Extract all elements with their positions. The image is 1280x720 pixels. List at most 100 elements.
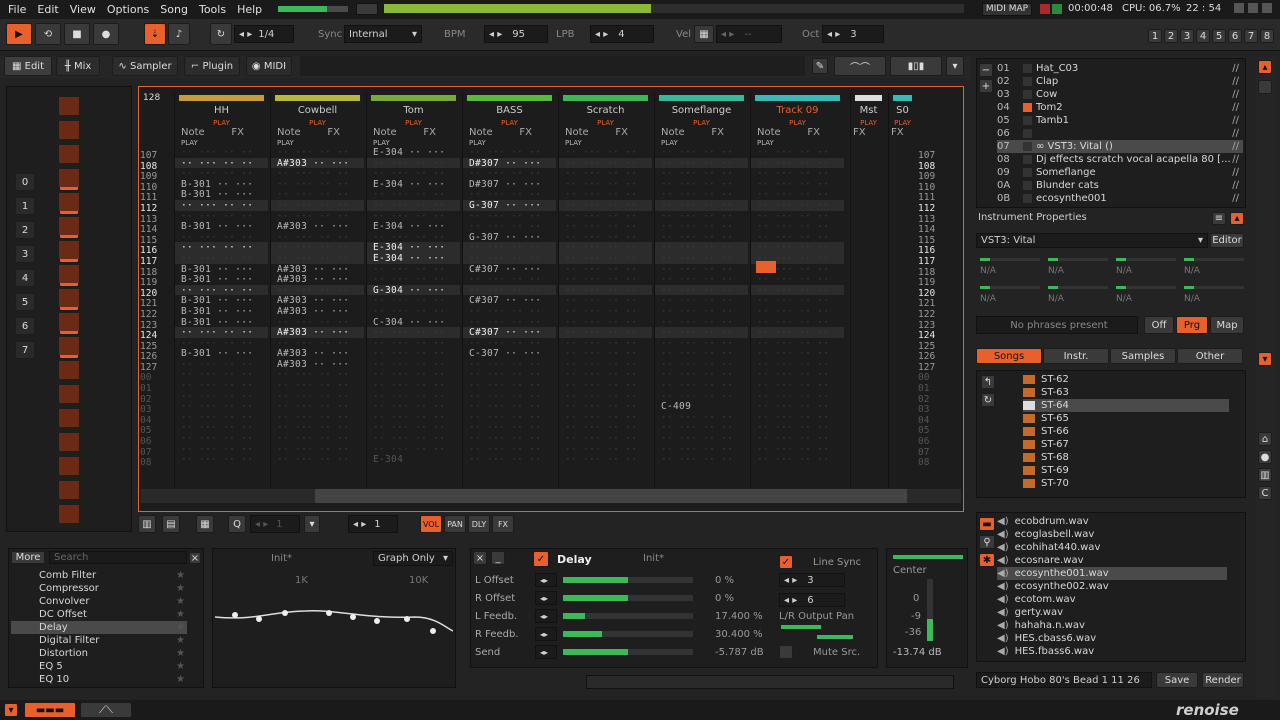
folder-item[interactable]: ST-62 [1023, 373, 1229, 386]
note-cell[interactable]: E-304 ·· ··· [373, 221, 445, 232]
pattern-row[interactable]: ·· ··· ·· ·· [367, 327, 460, 338]
sequence-block[interactable] [59, 385, 79, 403]
pattern-row[interactable]: A#303 ·· ··· [271, 359, 364, 370]
pattern-row[interactable]: ·· ··· ·· ·· [655, 284, 748, 296]
macro-slider[interactable] [1184, 258, 1244, 261]
folder-item[interactable]: ST-64 [1023, 399, 1229, 412]
pattern-row[interactable]: ·· ··· ·· ·· [271, 179, 364, 190]
macro-slider[interactable] [1184, 286, 1244, 289]
pattern-row[interactable]: ·· ··· ·· ·· [751, 274, 844, 285]
loop-icon[interactable]: ⟲ [35, 23, 61, 45]
pattern-row[interactable]: ·· ··· ·· ·· [463, 422, 556, 433]
pattern-row[interactable]: ·· ··· ·· ·· [655, 264, 748, 275]
pattern-row[interactable]: ·· ··· ·· ·· [175, 359, 268, 370]
menu-tools[interactable]: Tools [191, 3, 226, 16]
pattern-row[interactable]: ·· ··· ·· ·· [463, 221, 556, 232]
pattern-row[interactable]: ·· ··· ·· ·· [175, 157, 268, 169]
sequence-number[interactable]: 2 [15, 221, 35, 239]
pattern-row[interactable]: ·· ··· ·· ·· [271, 338, 364, 349]
pattern-row[interactable]: ·· ··· ·· ·· [559, 179, 652, 190]
sequence-block[interactable] [59, 121, 79, 139]
track-column[interactable]: Track 09 PLAY Note FX PLAY ·· ··· ·· ·· ·· ···… [750, 93, 844, 488]
pattern-row[interactable]: C-304 ·· ··· [367, 317, 460, 328]
note-cell[interactable]: A#303 ·· ··· [277, 158, 349, 169]
pattern-row[interactable]: ·· ··· ·· ·· [559, 295, 652, 306]
tab-edit[interactable]: ▦ Edit [4, 56, 52, 76]
pattern-row[interactable]: ·· ··· ·· ·· [271, 189, 364, 200]
edit-step-field[interactable]: ◂ ▸ 1 [348, 515, 398, 533]
pattern-row[interactable]: ·· ··· ·· ·· [751, 369, 844, 380]
sequence-block[interactable] [59, 361, 79, 379]
pattern-row[interactable]: ·· ··· ·· ·· [463, 284, 556, 296]
pattern-row[interactable]: ·· ··· ·· ·· [175, 422, 268, 433]
pattern-position[interactable]: ◂ ▸ 1/4 [234, 25, 294, 43]
pattern-row[interactable]: ·· ··· ·· ·· [463, 359, 556, 370]
note-cell[interactable]: A#303 ·· ··· [277, 359, 349, 370]
pattern-row[interactable]: A#303 ·· ··· [271, 348, 364, 359]
note-cell[interactable]: ·· ··· ·· ·· [181, 242, 253, 253]
note-cell[interactable]: A#303 ·· ··· [277, 274, 349, 285]
pattern-row[interactable]: ·· ··· ·· ·· [559, 317, 652, 328]
vol-column-toggle[interactable]: VOL [420, 515, 442, 533]
pattern-row[interactable]: ·· ··· ·· ·· [463, 444, 556, 455]
sequence-block[interactable] [59, 265, 79, 283]
pattern-row[interactable]: ·· ··· ·· ·· [367, 422, 460, 433]
pattern-row[interactable]: B-301 ·· ··· [175, 189, 268, 200]
menu-view[interactable]: View [62, 3, 96, 16]
stop-icon[interactable]: ■ [64, 23, 90, 45]
param-stepper[interactable]: ◂▸ [535, 627, 557, 641]
oct-field[interactable]: ◂ ▸ 3 [822, 25, 884, 43]
pattern-row[interactable]: ·· ··· ·· ·· [751, 221, 844, 232]
pattern-row[interactable]: ·· ··· ·· ·· [175, 444, 268, 455]
sequence-block[interactable] [59, 193, 79, 211]
sequence-number[interactable]: 7 [15, 341, 35, 359]
tab-mix[interactable]: ╫ Mix [56, 56, 100, 76]
pattern-row[interactable]: ·· ··· ·· ·· [367, 168, 460, 179]
note-cell[interactable]: C#307 ·· ··· [469, 295, 541, 306]
pattern-row[interactable]: ·· ··· ·· ·· [655, 157, 748, 169]
pattern-row[interactable]: ·· ··· ·· ·· [175, 412, 268, 423]
pattern-row[interactable]: ·· ··· ·· ·· [559, 199, 652, 211]
line-sync-checkbox[interactable]: ✓ [779, 555, 793, 569]
record-icon[interactable]: ● [93, 23, 119, 45]
pattern-row[interactable]: ·· ··· ·· ·· [751, 391, 844, 402]
pattern-row[interactable]: ·· ··· ·· ·· [751, 242, 844, 253]
effect-item[interactable]: Convolver ★ [11, 595, 187, 608]
horizontal-scrollbar[interactable] [141, 489, 961, 503]
pattern-row[interactable]: ·· ··· ·· ·· [655, 338, 748, 349]
sequence-number[interactable]: 0 [15, 173, 35, 191]
phrase-off-button[interactable]: Off [1144, 316, 1174, 334]
macro-slider[interactable] [1048, 286, 1108, 289]
pattern-row[interactable]: E-304 ·· ··· [367, 252, 460, 264]
pattern-row[interactable]: ·· ··· ·· ·· [367, 189, 460, 200]
pattern-row[interactable]: ·· ··· ·· ·· [367, 444, 460, 455]
pattern-row[interactable]: ·· ··· ·· ·· [271, 211, 364, 222]
quantize-field[interactable]: ◂ ▸ 1 [250, 515, 300, 533]
drive-icon[interactable]: C [1258, 486, 1272, 500]
pattern-row[interactable]: ·· ··· ·· ·· [463, 242, 556, 253]
note-cell[interactable]: B-301 ·· ··· [181, 221, 253, 232]
pattern-row[interactable]: ·· ··· ·· ·· [463, 454, 556, 465]
volume-fader[interactable] [927, 579, 933, 641]
pattern-row[interactable]: ·· ··· ·· ·· [367, 157, 460, 169]
pattern-row[interactable]: B-301 ·· ··· [175, 295, 268, 306]
sequence-block[interactable] [59, 145, 79, 163]
track-button[interactable]: 1 [1148, 29, 1162, 43]
pattern-row[interactable]: ·· ··· ·· ·· [655, 444, 748, 455]
pattern-row[interactable]: ·· ··· ·· ·· [175, 369, 268, 380]
library-icon[interactable]: ▥ [1258, 468, 1272, 482]
pattern-row[interactable]: ·· ··· ·· ·· [751, 157, 844, 169]
sequence-block[interactable] [59, 169, 79, 187]
track-button[interactable]: 3 [1180, 29, 1194, 43]
menu-file[interactable]: File [0, 3, 26, 16]
pattern-row[interactable]: ·· ··· ·· ·· [751, 179, 844, 190]
pattern-row[interactable]: ·· ··· ·· ·· [367, 401, 460, 412]
note-cell[interactable]: A#303 ·· ··· [277, 295, 349, 306]
dly-column-toggle[interactable]: DLY [468, 515, 490, 533]
file-item[interactable]: ◀) HES.cbass6.wav [997, 632, 1227, 645]
pattern-row[interactable]: B-301 ·· ··· [175, 179, 268, 190]
note-cell[interactable]: E-304 ·· ··· [373, 179, 445, 190]
pattern-row[interactable]: ·· ··· ·· ·· [175, 433, 268, 444]
star-icon[interactable]: ★ [176, 609, 185, 620]
note-cell[interactable]: E-304 ·· ··· [373, 253, 445, 264]
